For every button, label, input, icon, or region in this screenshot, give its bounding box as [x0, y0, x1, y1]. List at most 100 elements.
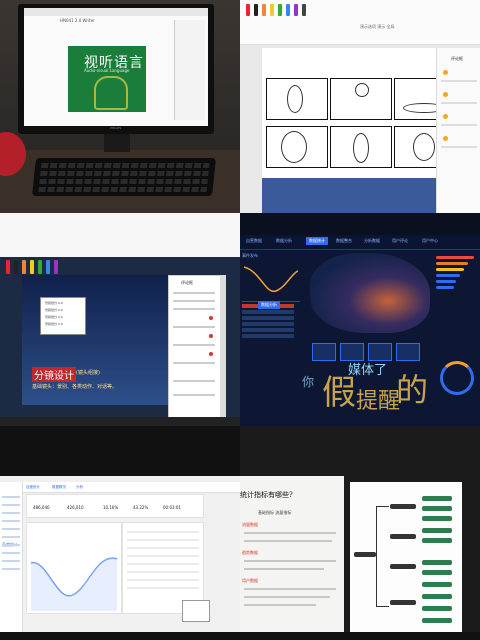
leaf-node: [422, 516, 452, 521]
table-row: [127, 547, 199, 549]
mind-node: [390, 504, 416, 509]
comment-line: [173, 308, 215, 310]
storyboard-page: [262, 48, 458, 213]
analytics-view: 百度统计 数据概况 分析 百度统计 486,040 426,010 10.16%…: [0, 426, 240, 639]
comment-pane-title: 评论框: [451, 56, 463, 61]
tab-0[interactable]: 百度统计: [26, 485, 40, 490]
comment-line: [173, 292, 215, 294]
comment-panel: 评论框: [168, 275, 222, 419]
list-row: [242, 322, 294, 326]
pen-orange-icon[interactable]: [22, 260, 26, 274]
like-icon[interactable]: [209, 334, 213, 338]
sidebar-item[interactable]: [2, 552, 20, 554]
tab-1[interactable]: 数据概况: [52, 485, 66, 490]
tab-4[interactable]: 分析数据: [364, 238, 380, 244]
sidebar-item[interactable]: [2, 528, 20, 530]
text-line: [244, 596, 330, 598]
comment-line: [173, 362, 215, 364]
like-icon[interactable]: [209, 316, 213, 320]
tab-1[interactable]: 数据分析: [276, 238, 292, 244]
trend-chart: [26, 522, 122, 614]
doc-heading: 统计指标有哪些?: [240, 491, 293, 499]
book-cover: 视听语言 Audio-visual Language: [68, 46, 146, 112]
sidebar-item[interactable]: [2, 520, 20, 522]
pen-red-icon[interactable]: [6, 260, 10, 274]
pen-gray-icon[interactable]: [302, 4, 306, 16]
tab-6[interactable]: 用户中心: [422, 238, 438, 244]
section-label: 流量数据: [242, 522, 258, 527]
pen-black-icon[interactable]: [14, 260, 18, 274]
comment-line: [173, 394, 215, 396]
tab-active[interactable]: 数据统计: [306, 237, 328, 245]
left-panel: 事件发布: [242, 253, 302, 393]
table-row: [127, 579, 199, 581]
word: 提醒: [356, 389, 401, 414]
word: 你: [302, 375, 315, 389]
comment-line: [441, 102, 477, 104]
pen-red-icon[interactable]: [246, 4, 250, 16]
comment-line: [173, 344, 215, 346]
card-line: 景别划分 2.0: [45, 308, 63, 312]
leaf-node: [422, 606, 452, 611]
pen-orange-icon[interactable]: [262, 4, 266, 16]
mind-node: [390, 600, 416, 605]
screenshot-grid: HN041 2.0 Writer 视听语言 Audio-visual Langu…: [0, 0, 480, 640]
pen-black-icon[interactable]: [254, 4, 258, 16]
monitor-photo: HN041 2.0 Writer 视听语言 Audio-visual Langu…: [0, 0, 240, 213]
like-icon[interactable]: [209, 352, 213, 356]
rank-bar: [436, 268, 464, 271]
root-node: [354, 552, 376, 557]
card-line: 景别划分 2.0: [45, 301, 63, 305]
pen-yellow-icon[interactable]: [30, 260, 34, 274]
table-row: [127, 571, 199, 573]
pen-purple-icon[interactable]: [294, 4, 298, 16]
leaf-node: [422, 528, 452, 533]
sidebar-item[interactable]: [2, 504, 20, 506]
comment-line: [441, 124, 477, 126]
filter-pill[interactable]: 数据分析: [258, 301, 280, 309]
pen-green-icon[interactable]: [38, 260, 42, 274]
tab-2[interactable]: 分析: [76, 485, 83, 490]
section-label: 用户数据: [242, 578, 258, 583]
pen-purple-icon[interactable]: [54, 260, 58, 274]
tab-0[interactable]: 自营数据: [246, 238, 262, 244]
comment-line: [173, 380, 215, 382]
monitor-brand: PHILIPS: [110, 126, 122, 130]
table-row: [127, 539, 199, 541]
leaf-node: [422, 496, 452, 501]
sidebar: 百度统计: [0, 482, 23, 632]
pen-blue-icon[interactable]: [46, 260, 50, 274]
popup-window[interactable]: [182, 600, 210, 622]
sidebar-item[interactable]: [2, 544, 20, 546]
mindmap-view: 统计指标有哪些? 基础指标 流量指标 流量数据 趋势数据 用户数据: [240, 426, 480, 639]
taskbar: [0, 632, 240, 639]
meeting-bar: [240, 213, 480, 235]
avatar-icon: [443, 114, 448, 119]
tab-3[interactable]: 数据整合: [336, 238, 352, 244]
kpi-value: 486,040: [33, 505, 50, 510]
sidebar-item[interactable]: [2, 568, 20, 570]
sidebar-item[interactable]: [2, 512, 20, 514]
lecture-doc: 统计指标有哪些? 基础指标 流量指标 流量数据 趋势数据 用户数据: [240, 476, 344, 632]
trend-curve: [242, 261, 300, 302]
sidebar-item[interactable]: [2, 496, 20, 498]
sketch: [353, 133, 369, 163]
scrollbar[interactable]: [220, 275, 226, 417]
storyboard-frame: [330, 126, 392, 168]
tab-5[interactable]: 用户评论: [392, 238, 408, 244]
slide-title: 分镜设计: [32, 367, 76, 382]
book-subtitle: Audio-visual Language: [84, 68, 130, 73]
leaf-node: [422, 594, 452, 599]
word: 假: [322, 373, 356, 413]
comment-line: [441, 146, 477, 148]
section-label: 趋势数据: [242, 550, 258, 555]
pen-yellow-icon[interactable]: [270, 4, 274, 16]
gauge-icon: [440, 361, 474, 395]
kpi-value: 426,010: [67, 505, 84, 510]
pen-blue-icon[interactable]: [286, 4, 290, 16]
sidebar-item[interactable]: [2, 560, 20, 562]
pen-green-icon[interactable]: [278, 4, 282, 16]
sketch: [281, 131, 307, 163]
sidebar-item[interactable]: [2, 536, 20, 538]
app-toolbar: [24, 8, 208, 16]
